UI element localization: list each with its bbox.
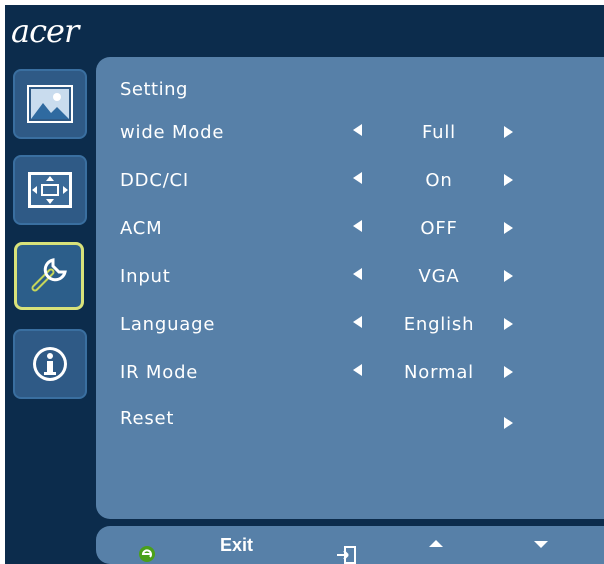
setting-label: ACM: [120, 218, 163, 239]
setting-row-acm[interactable]: ACM OFF: [96, 211, 604, 251]
acer-logo: acer: [11, 12, 79, 50]
setting-label: Reset: [120, 408, 175, 429]
right-arrow-icon[interactable]: [504, 126, 513, 138]
setting-value: OFF: [420, 218, 458, 239]
setting-row-ir-mode[interactable]: IR Mode Normal: [96, 355, 604, 395]
sidebar-item-information[interactable]: [13, 329, 87, 399]
setting-label: Input: [120, 266, 171, 287]
setting-wrench-icon: [31, 258, 67, 292]
setting-value: VGA: [418, 266, 460, 287]
setting-value: On: [425, 170, 453, 191]
sidebar-item-setting[interactable]: [14, 242, 84, 310]
up-arrow-icon[interactable]: [429, 540, 443, 547]
osd-menu: acer Setting wide Mode Full DDC/CI On AC…: [5, 5, 604, 564]
setting-label: IR Mode: [120, 362, 199, 383]
setting-row-ddc-ci[interactable]: DDC/CI On: [96, 163, 604, 203]
information-icon: [33, 347, 67, 381]
left-arrow-icon[interactable]: [353, 172, 362, 184]
sidebar-item-position[interactable]: [13, 155, 87, 225]
setting-row-wide-mode[interactable]: wide Mode Full: [96, 115, 604, 155]
right-arrow-icon[interactable]: [504, 222, 513, 234]
right-arrow-icon[interactable]: [504, 318, 513, 330]
setting-value: Normal: [404, 362, 474, 383]
setting-row-reset[interactable]: Reset: [96, 401, 604, 441]
right-arrow-icon[interactable]: [504, 366, 513, 378]
panel-title: Setting: [120, 79, 188, 100]
left-arrow-icon[interactable]: [353, 124, 362, 136]
left-arrow-icon[interactable]: [353, 316, 362, 328]
position-icon: [28, 172, 72, 208]
setting-value: Full: [422, 122, 456, 143]
setting-row-input[interactable]: Input VGA: [96, 259, 604, 299]
right-arrow-icon[interactable]: [504, 174, 513, 186]
setting-row-language[interactable]: Language English: [96, 307, 604, 347]
left-arrow-icon[interactable]: [353, 268, 362, 280]
exit-label[interactable]: Exit: [220, 535, 253, 556]
exit-e-icon[interactable]: [138, 535, 156, 564]
setting-label: DDC/CI: [120, 170, 190, 191]
right-arrow-icon[interactable]: [504, 270, 513, 282]
sidebar-item-picture[interactable]: [13, 69, 87, 139]
picture-icon: [27, 85, 73, 123]
left-arrow-icon[interactable]: [353, 364, 362, 376]
setting-label: Language: [120, 314, 216, 335]
setting-value: English: [403, 314, 475, 335]
enter-icon[interactable]: [336, 536, 356, 564]
down-arrow-icon[interactable]: [534, 541, 548, 548]
right-arrow-icon[interactable]: [504, 417, 513, 429]
left-arrow-icon[interactable]: [353, 220, 362, 232]
settings-panel: Setting wide Mode Full DDC/CI On ACM OFF…: [96, 57, 604, 519]
footer-bar: Exit: [96, 526, 604, 564]
setting-label: wide Mode: [120, 122, 225, 143]
